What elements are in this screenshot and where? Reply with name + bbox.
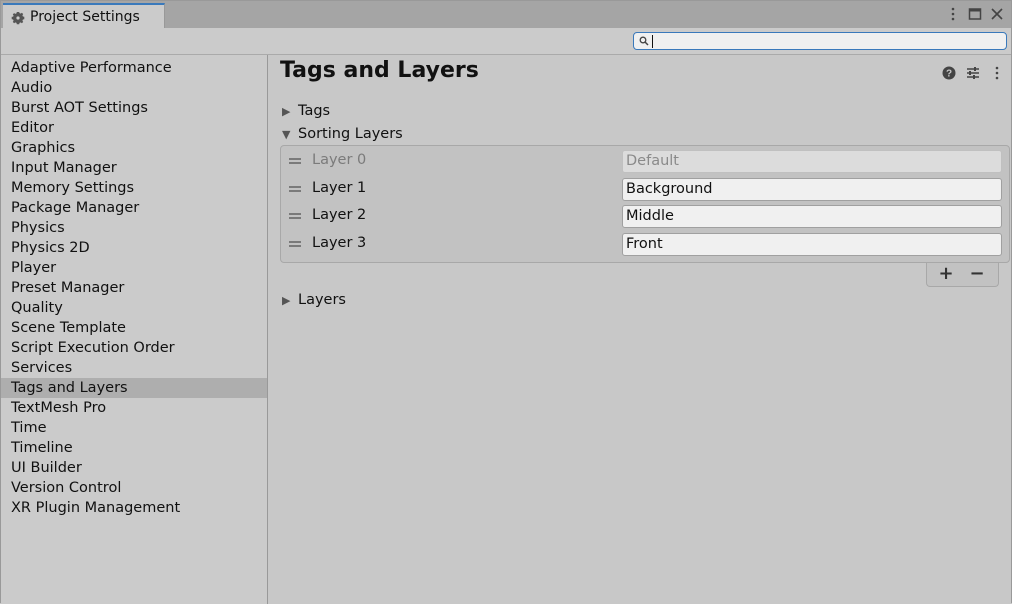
collapsed-arrow-icon: ▶ bbox=[282, 294, 291, 307]
list-item: Layer 1 Background bbox=[281, 176, 1009, 203]
maximize-icon[interactable] bbox=[967, 6, 983, 22]
layer-label: Layer 0 bbox=[312, 152, 367, 168]
sidebar-item-timeline[interactable]: Timeline bbox=[1, 438, 267, 458]
drag-handle-icon[interactable] bbox=[289, 158, 301, 164]
search-field[interactable] bbox=[633, 32, 1007, 50]
sidebar-item-package-manager[interactable]: Package Manager bbox=[1, 198, 267, 218]
sidebar-item-audio[interactable]: Audio bbox=[1, 78, 267, 98]
list-item: Layer 2 Middle bbox=[281, 203, 1009, 230]
header-icons: ? bbox=[941, 65, 1005, 81]
tags-label: Tags bbox=[298, 103, 331, 119]
expanded-arrow-icon: ▼ bbox=[282, 128, 291, 141]
preset-sliders-icon[interactable] bbox=[965, 65, 981, 81]
search-icon bbox=[639, 36, 649, 46]
sorting-layers-foldout[interactable]: ▼ Sorting Layers bbox=[282, 124, 403, 144]
layers-foldout[interactable]: ▶ Layers bbox=[282, 290, 346, 310]
tab-project-settings[interactable]: Project Settings bbox=[3, 3, 165, 29]
tab-title: Project Settings bbox=[30, 9, 140, 25]
layer-label: Layer 3 bbox=[312, 235, 367, 251]
sidebar-item-scene-template[interactable]: Scene Template bbox=[1, 318, 267, 338]
sidebar-item-editor[interactable]: Editor bbox=[1, 118, 267, 138]
close-icon[interactable] bbox=[989, 6, 1005, 22]
gear-icon bbox=[11, 12, 25, 25]
toolbar bbox=[1, 28, 1011, 55]
add-remove-footer: + − bbox=[926, 263, 999, 287]
tags-foldout[interactable]: ▶ Tags bbox=[282, 101, 330, 121]
tab-bar: Project Settings bbox=[1, 1, 1011, 29]
drag-handle-icon[interactable] bbox=[289, 186, 301, 192]
sorting-layers-list: Layer 0 Default Layer 1 Background Layer… bbox=[280, 145, 1010, 263]
text-caret bbox=[652, 35, 653, 48]
settings-panel: Tags and Layers ? ▶ Tags ▼ Sorting Layers … bbox=[268, 55, 1011, 604]
sidebar-item-preset-manager[interactable]: Preset Manager bbox=[1, 278, 267, 298]
window-controls bbox=[945, 6, 1005, 22]
layer-label: Layer 2 bbox=[312, 207, 367, 223]
layer-name-field[interactable]: Front bbox=[622, 233, 1002, 256]
sorting-layers-label: Sorting Layers bbox=[298, 126, 403, 142]
list-item: Layer 0 Default bbox=[281, 148, 1009, 175]
sidebar-item-quality[interactable]: Quality bbox=[1, 298, 267, 318]
layer-name-field[interactable]: Middle bbox=[622, 205, 1002, 228]
project-settings-window: Project Settings Adaptive Performance Au… bbox=[0, 0, 1012, 604]
sidebar-item-textmesh-pro[interactable]: TextMesh Pro bbox=[1, 398, 267, 418]
sidebar-item-version-control[interactable]: Version Control bbox=[1, 478, 267, 498]
list-item: Layer 3 Front bbox=[281, 231, 1009, 258]
collapsed-arrow-icon: ▶ bbox=[282, 105, 291, 118]
add-layer-button[interactable]: + bbox=[934, 264, 958, 284]
sidebar: Adaptive Performance Audio Burst AOT Set… bbox=[1, 55, 268, 604]
sidebar-item-player[interactable]: Player bbox=[1, 258, 267, 278]
help-icon[interactable]: ? bbox=[941, 65, 957, 81]
remove-layer-button[interactable]: − bbox=[965, 264, 989, 284]
kebab-menu-icon[interactable] bbox=[989, 65, 1005, 81]
sidebar-item-physics[interactable]: Physics bbox=[1, 218, 267, 238]
layer-label: Layer 1 bbox=[312, 180, 367, 196]
sidebar-item-physics-2d[interactable]: Physics 2D bbox=[1, 238, 267, 258]
sidebar-item-burst-aot-settings[interactable]: Burst AOT Settings bbox=[1, 98, 267, 118]
svg-text:?: ? bbox=[946, 69, 952, 80]
more-options-icon[interactable] bbox=[945, 6, 961, 22]
sidebar-item-input-manager[interactable]: Input Manager bbox=[1, 158, 267, 178]
sidebar-item-script-execution-order[interactable]: Script Execution Order bbox=[1, 338, 267, 358]
sidebar-item-graphics[interactable]: Graphics bbox=[1, 138, 267, 158]
drag-handle-icon[interactable] bbox=[289, 213, 301, 219]
sidebar-item-time[interactable]: Time bbox=[1, 418, 267, 438]
drag-handle-icon[interactable] bbox=[289, 241, 301, 247]
sidebar-item-adaptive-performance[interactable]: Adaptive Performance bbox=[1, 58, 267, 78]
sidebar-item-xr-plugin-management[interactable]: XR Plugin Management bbox=[1, 498, 267, 518]
page-title: Tags and Layers bbox=[280, 58, 479, 83]
sidebar-item-services[interactable]: Services bbox=[1, 358, 267, 378]
sidebar-item-ui-builder[interactable]: UI Builder bbox=[1, 458, 267, 478]
sidebar-item-tags-and-layers[interactable]: Tags and Layers bbox=[1, 378, 267, 398]
layer-name-field: Default bbox=[622, 150, 1002, 173]
layer-name-field[interactable]: Background bbox=[622, 178, 1002, 201]
layers-label: Layers bbox=[298, 292, 346, 308]
sidebar-item-memory-settings[interactable]: Memory Settings bbox=[1, 178, 267, 198]
